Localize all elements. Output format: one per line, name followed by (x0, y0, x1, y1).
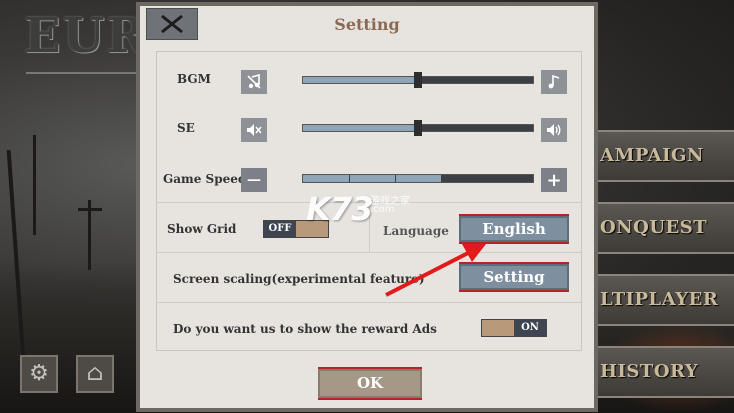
watermark-domain: .com (370, 204, 395, 215)
site-watermark: K73 游戏之家 .com (306, 190, 410, 228)
watermark-logo: K73 (306, 190, 373, 228)
